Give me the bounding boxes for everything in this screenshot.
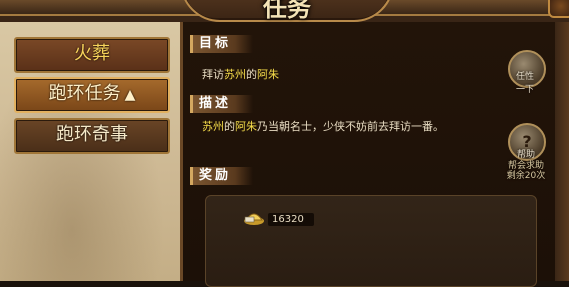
help-line2: 剩余20次 bbox=[506, 171, 546, 181]
desc-mid: 的 bbox=[224, 120, 235, 133]
goal-text: 拜访苏州的阿朱 bbox=[202, 66, 279, 82]
tab-paohuan-task-label: 跑环任务 bbox=[48, 83, 121, 104]
reward-value: 16320 bbox=[268, 213, 314, 226]
tab-huozang-label: 火葬 bbox=[74, 43, 110, 64]
goal-prefix: 拜访 bbox=[202, 68, 224, 81]
tab-paohuan-qishi-label: 跑环奇事 bbox=[56, 124, 128, 145]
goal-city[interactable]: 苏州 bbox=[224, 68, 246, 81]
close-button[interactable] bbox=[548, 0, 569, 18]
desc-rest: 乃当朝名士，少侠不妨前去拜访一番。 bbox=[257, 120, 444, 133]
goal-label: 目标 bbox=[190, 35, 254, 53]
window-title: 任务 bbox=[263, 0, 311, 22]
desc-label: 描述 bbox=[190, 95, 254, 113]
goal-mid: 的 bbox=[246, 68, 257, 81]
desc-city[interactable]: 苏州 bbox=[202, 120, 224, 133]
task-button-label-1: 任性 bbox=[515, 72, 534, 82]
task-button-label: 任性 一下 bbox=[510, 69, 540, 95]
goal-npc[interactable]: 阿朱 bbox=[257, 68, 279, 81]
description-text: 苏州的阿朱乃当朝名士，少侠不妨前去拜访一番。 bbox=[202, 118, 444, 134]
ingot-icon bbox=[244, 213, 264, 225]
tab-paohuan-task[interactable]: 跑环任务 ▲ bbox=[14, 77, 170, 113]
reward-label: 奖励 bbox=[190, 167, 254, 185]
collapse-arrow-icon: ▲ bbox=[124, 87, 136, 103]
tab-huozang[interactable]: 火葬 bbox=[14, 37, 170, 73]
right-edge bbox=[555, 22, 569, 281]
title-plate: 任务 bbox=[180, 0, 394, 22]
tab-paohuan-qishi[interactable]: 跑环奇事 bbox=[14, 118, 170, 154]
desc-npc[interactable]: 阿朱 bbox=[235, 120, 257, 133]
task-button-label-2: 一下 bbox=[515, 85, 534, 95]
